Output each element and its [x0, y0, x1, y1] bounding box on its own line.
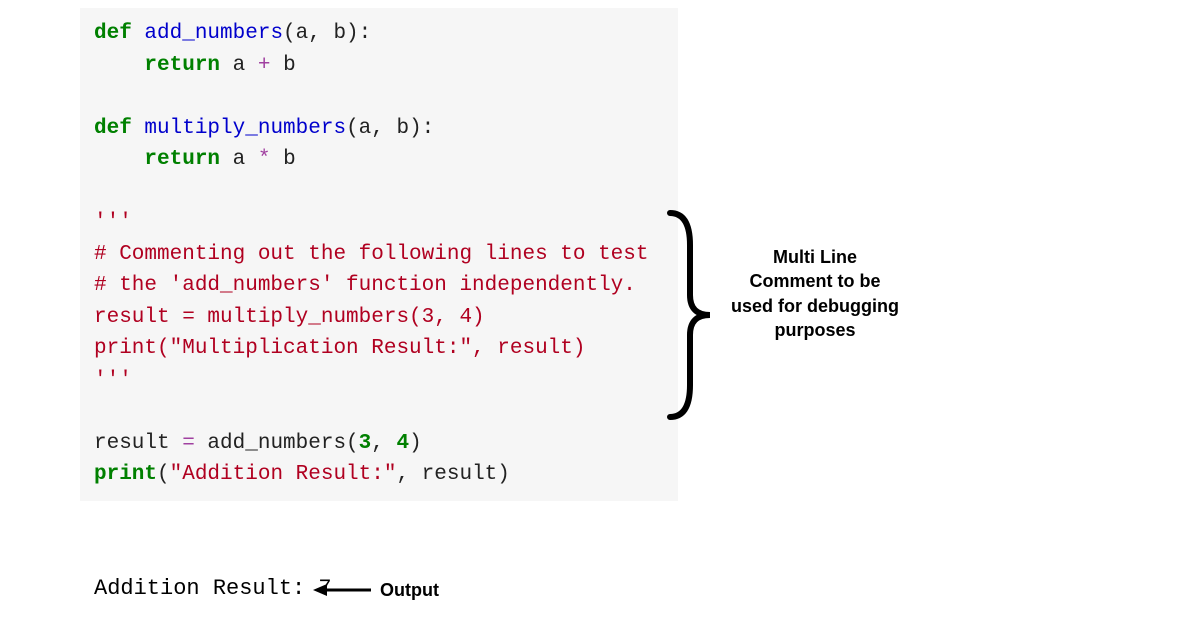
keyword-return: return: [144, 148, 220, 171]
triple-quote-close: ''': [94, 369, 132, 392]
keyword-return: return: [144, 54, 220, 77]
func-name: add_numbers: [144, 22, 283, 45]
keyword-def: def: [94, 117, 132, 140]
output-label: Output: [380, 580, 439, 601]
code-block: def add_numbers(a, b): return a + b def …: [80, 8, 678, 501]
comment-line: # the 'add_numbers' function independent…: [94, 274, 636, 297]
func-name: multiply_numbers: [144, 117, 346, 140]
comment-line: result = multiply_numbers(3, 4): [94, 306, 485, 329]
curly-brace-icon: [660, 205, 720, 425]
output-text: Addition Result: 7: [94, 576, 332, 601]
arrow-left-icon: [313, 580, 373, 600]
triple-quote-open: ''': [94, 211, 132, 234]
annotation-text: Multi Line Comment to be used for debugg…: [730, 245, 900, 342]
comment-line: # Commenting out the following lines to …: [94, 243, 649, 266]
comment-line: print("Multiplication Result:", result): [94, 337, 585, 360]
keyword-def: def: [94, 22, 132, 45]
